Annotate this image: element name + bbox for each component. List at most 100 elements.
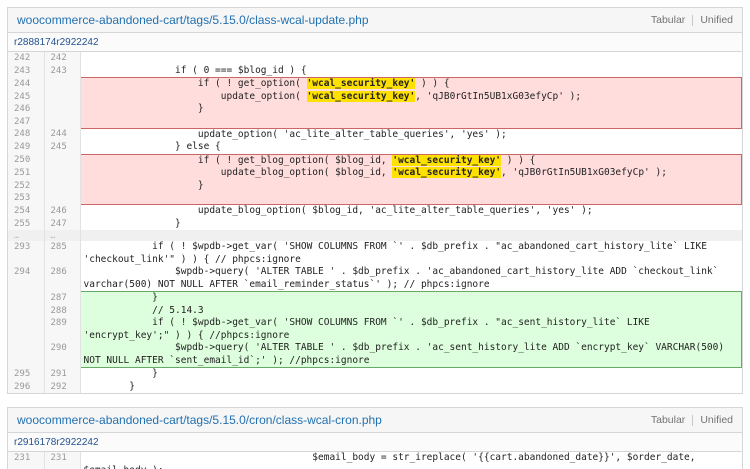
view-mode-unified[interactable]: Unified — [700, 414, 733, 426]
code-cell: if ( 0 === $blog_id ) { — [83, 64, 307, 76]
revision-link-old[interactable]: r2888174 — [14, 37, 56, 48]
diff-panel-class-wcal-cron: woocommerce-abandoned-cart/tags/5.15.0/c… — [7, 407, 743, 469]
code-cell: $wpdb->query( 'ALTER TABLE ' . $db_prefi… — [79, 342, 742, 368]
new-line-number — [44, 167, 81, 180]
view-mode-tabular[interactable]: Tabular — [651, 14, 685, 26]
old-line-number: 296 — [8, 380, 45, 393]
old-line-number — [8, 342, 45, 368]
new-line-number: 243 — [44, 64, 81, 78]
new-line-number: 291 — [44, 367, 81, 381]
revision-link-new[interactable]: r2922242 — [56, 437, 98, 448]
old-line-number — [8, 317, 45, 342]
old-line-number: 252 — [8, 179, 45, 192]
diff-panel-header: woocommerce-abandoned-cart/tags/5.15.0/c… — [8, 8, 742, 33]
diff-row: 253 — [8, 192, 742, 205]
new-line-number — [44, 77, 81, 91]
old-line-number: 231 — [8, 452, 45, 469]
diff-table: 242 242 243 243 if ( 0 === $blog_id ) {244 … — [8, 52, 742, 393]
view-mode-unified[interactable]: Unified — [700, 14, 733, 26]
new-line-number: 247 — [44, 217, 81, 230]
old-line-number: 249 — [8, 141, 45, 154]
old-line-number: 248 — [8, 128, 45, 141]
old-line-number: 247 — [8, 115, 45, 128]
changed-text: 'wcal_security_key' — [392, 154, 502, 166]
new-line-number: 289 — [44, 317, 81, 342]
code-cell: $email_body = str_ireplace( '{{cart.aban… — [84, 452, 696, 469]
changed-text: 'wcal_security_key' — [306, 90, 416, 102]
diff-row: 255 247 } — [8, 217, 742, 230]
file-path-link[interactable]: woocommerce-abandoned-cart/tags/5.15.0/c… — [17, 413, 382, 427]
revision-link-new[interactable]: r2922242 — [56, 37, 98, 48]
new-line-number: 242 — [44, 52, 81, 65]
old-line-number: 242 — [8, 52, 45, 65]
diff-row: 243 243 if ( 0 === $blog_id ) { — [8, 64, 742, 78]
diff-row: 293 285 if ( ! $wpdb->get_var( 'SHOW COLU… — [8, 241, 742, 266]
new-line-number — [44, 103, 81, 116]
code-cell: update_blog_option( $blog_id, 'wcal_secu… — [79, 167, 742, 180]
diff-row: 288 // 5.14.3 — [8, 304, 742, 317]
new-line-number — [44, 179, 81, 192]
diff-row: 296 292 } — [8, 380, 742, 393]
new-line-number — [44, 115, 81, 128]
diff-table: 231 231 $email_body = str_ireplace( '{{ca… — [8, 452, 742, 469]
code-cell: update_blog_option( $blog_id, 'ac_lite_a… — [83, 205, 593, 216]
view-mode-tabular[interactable]: Tabular — [651, 414, 685, 426]
new-line-number: 246 — [44, 204, 81, 218]
new-line-number: 245 — [44, 141, 81, 154]
diff-row: 244 if ( ! get_option( 'wcal_security_ke… — [8, 77, 742, 91]
code-cell: update_option( 'ac_lite_alter_table_quer… — [83, 128, 507, 140]
new-line-number — [44, 90, 81, 103]
old-line-number: 244 — [8, 77, 45, 91]
new-line-number — [44, 192, 81, 205]
old-line-number: 246 — [8, 103, 45, 116]
code-cell: if ( ! $wpdb->get_var( 'SHOW COLUMNS FRO… — [83, 241, 713, 265]
diff-row: 290 $wpdb->query( 'ALTER TABLE ' . $db_p… — [8, 342, 742, 368]
diff-row: …… — [8, 230, 742, 241]
code-cell: update_option( 'wcal_security_key', 'qJB… — [79, 90, 742, 103]
revision-header-row: r2888174r2922242 — [8, 33, 742, 52]
revision-header-row: r2916178r2922242 — [8, 433, 742, 452]
old-line-number: 294 — [8, 266, 45, 292]
old-line-number: 250 — [8, 154, 45, 167]
old-line-number: 253 — [8, 192, 45, 205]
diff-row: 287 } — [8, 291, 742, 305]
new-line-number: 231 — [44, 452, 81, 469]
changed-text: 'wcal_security_key' — [306, 78, 416, 89]
code-cell: if ( ! get_blog_option( $blog_id, 'wcal_… — [79, 153, 742, 167]
old-line-number: 243 — [8, 64, 45, 78]
diff-row: 289 if ( ! $wpdb->get_var( 'SHOW COLUMNS… — [8, 317, 742, 342]
new-line-number — [44, 154, 81, 167]
view-mode-divider — [692, 14, 694, 26]
code-cell: } — [79, 103, 742, 116]
code-cell — [80, 230, 742, 241]
diff-panel-class-wcal-update: woocommerce-abandoned-cart/tags/5.15.0/c… — [7, 7, 743, 394]
old-line-number: 255 — [8, 217, 45, 230]
code-cell: // 5.14.3 — [79, 304, 742, 317]
diff-row: 252 } — [8, 179, 742, 192]
diff-row: 295 291 } — [8, 367, 742, 381]
old-line-number — [8, 291, 45, 305]
diff-panel-header: woocommerce-abandoned-cart/tags/5.15.0/c… — [8, 408, 742, 433]
diff-row: 250 if ( ! get_blog_option( $blog_id, 'w… — [8, 153, 742, 167]
code-cell — [79, 192, 742, 205]
code-cell: } — [83, 380, 135, 392]
view-mode-toggle: Tabular Unified — [651, 14, 733, 26]
revision-link-old[interactable]: r2916178 — [14, 437, 56, 448]
new-line-number: 285 — [44, 241, 81, 266]
diff-row: 294 286 $wpdb->query( 'ALTER TABLE ' . $d… — [8, 266, 742, 292]
old-line-number — [8, 304, 45, 317]
old-line-number: 295 — [8, 367, 45, 381]
code-cell: } — [83, 217, 181, 229]
new-line-number: 288 — [44, 304, 81, 317]
new-line-number: 286 — [44, 266, 81, 292]
old-line-number: … — [8, 230, 45, 241]
diff-row: 249 245 } else { — [8, 141, 742, 154]
diff-row: 245 update_option( 'wcal_security_key', … — [8, 90, 742, 103]
view-mode-divider — [692, 414, 694, 426]
file-path-link[interactable]: woocommerce-abandoned-cart/tags/5.15.0/c… — [17, 13, 369, 27]
code-cell: } — [79, 291, 742, 305]
new-line-number: 292 — [44, 380, 81, 393]
new-line-number: 244 — [44, 128, 81, 141]
new-line-number: 290 — [44, 342, 81, 368]
diff-row: 254 246 update_blog_option( $blog_id, 'ac… — [8, 204, 742, 218]
